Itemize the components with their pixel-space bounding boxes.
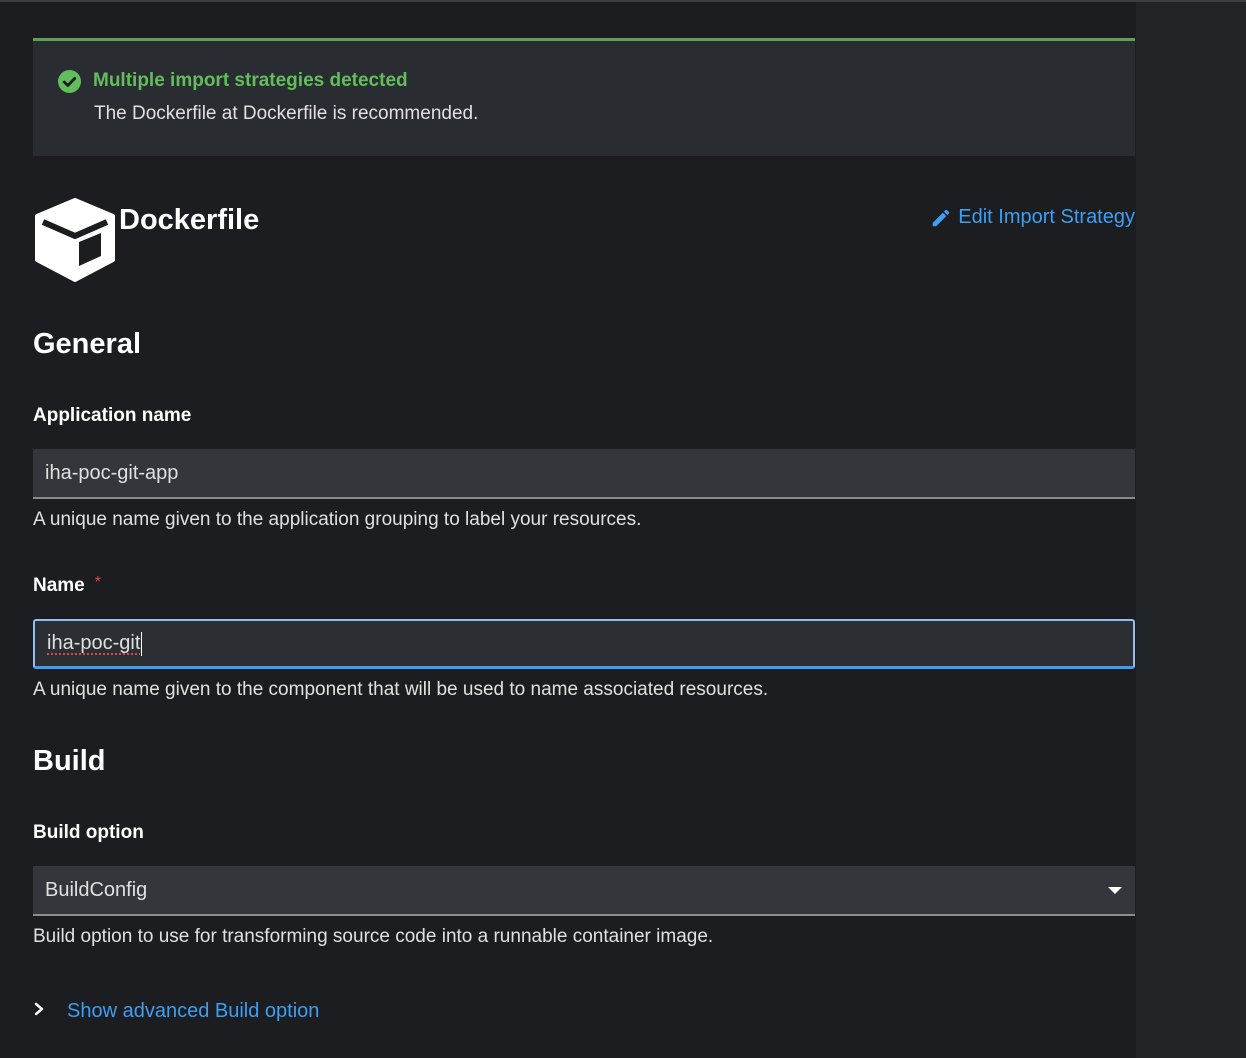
build-option-label: Build option [33, 822, 144, 843]
import-form: Multiple import strategies detected The … [33, 38, 1135, 1023]
name-value: iha-poc-git [47, 632, 141, 654]
check-circle-icon [58, 69, 81, 93]
cube-icon [33, 198, 117, 282]
alert-title: Multiple import strategies detected [93, 70, 408, 91]
text-caret [141, 631, 143, 656]
edit-import-strategy-link[interactable]: Edit Import Strategy [930, 206, 1135, 229]
required-indicator: * [94, 574, 101, 591]
alert-title-row: Multiple import strategies detected [58, 68, 1135, 94]
build-option-helper: Build option to use for transforming sou… [33, 926, 714, 947]
build-option-select[interactable]: BuildConfig [33, 866, 1135, 916]
name-helper: A unique name given to the component tha… [33, 679, 769, 700]
pencil-icon [933, 209, 950, 226]
chevron-right-icon [33, 1002, 45, 1021]
import-strategy-name: Dockerfile [119, 204, 260, 236]
application-name-label: Application name [33, 405, 192, 426]
caret-down-icon [1107, 879, 1123, 902]
general-heading: General [33, 328, 141, 360]
application-name-helper: A unique name given to the application g… [33, 509, 642, 530]
show-advanced-build-toggle[interactable]: Show advanced Build option [33, 1000, 1135, 1023]
application-name-input[interactable]: iha-poc-git-app [33, 449, 1135, 499]
alert-message: The Dockerfile at Dockerfile is recommen… [94, 103, 479, 124]
right-gutter [1136, 2, 1246, 1058]
application-name-value: iha-poc-git-app [45, 461, 179, 484]
show-advanced-build-label: Show advanced Build option [67, 1000, 320, 1022]
name-label-row: Name * [33, 574, 1135, 597]
build-option-selected: BuildConfig [45, 878, 148, 901]
edit-import-strategy-label: Edit Import Strategy [958, 206, 1135, 228]
build-heading: Build [33, 745, 106, 777]
page: Multiple import strategies detected The … [0, 0, 1246, 1058]
name-input[interactable]: iha-poc-git [33, 619, 1135, 669]
success-alert: Multiple import strategies detected The … [33, 38, 1135, 156]
import-strategy-header: Dockerfile Edit Import Strategy [33, 198, 1135, 328]
name-label: Name [33, 575, 85, 596]
